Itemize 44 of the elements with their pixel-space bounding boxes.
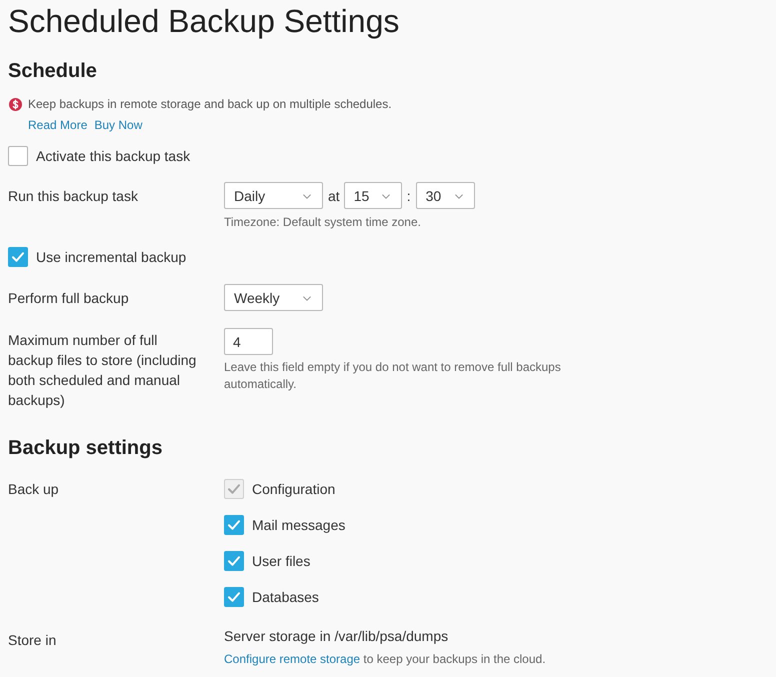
section-heading: Backup settings: [8, 437, 162, 459]
time-separator: :: [406, 186, 411, 206]
storage-location: Server storage in /var/lib/psa/dumps: [224, 627, 450, 646]
checkmark-icon: [12, 252, 24, 262]
checkmark-icon: [228, 592, 240, 602]
max-files-hint: Leave this field empty if you do not want to remove full backups automatically.: [224, 359, 562, 393]
dollar-icon: [9, 98, 22, 110]
checkbox-label: Mail messages: [252, 516, 346, 535]
field-label: Maximum number of full backup files to store (including both scheduled and manual backups): [8, 331, 198, 410]
checkmark-icon: [228, 520, 240, 530]
caret-icon: [454, 194, 463, 199]
checkbox[interactable]: [224, 515, 244, 535]
caret-icon: [303, 194, 311, 199]
max-files-input[interactable]: 4: [224, 328, 273, 355]
checkbox-label: Databases: [252, 588, 319, 607]
checkbox[interactable]: [224, 551, 244, 571]
checkbox[interactable]: [8, 146, 28, 166]
field-label: Perform full backup: [8, 289, 130, 308]
checkbox[interactable]: [8, 247, 28, 267]
checkmark-icon: [228, 556, 240, 566]
field-label: Run this backup task: [8, 187, 139, 206]
checkbox[interactable]: [224, 587, 244, 607]
timezone-hint: Timezone: Default system time zone.: [224, 214, 422, 230]
promo-link[interactable]: Read More: [28, 116, 88, 134]
field-label: Store in: [8, 631, 58, 650]
checkbox-label: Activate this backup task: [36, 147, 190, 166]
checkmark-icon: [228, 484, 240, 494]
at-label: at: [328, 186, 340, 206]
checkbox-label: Use incremental backup: [36, 248, 186, 267]
frequency-select[interactable]: Daily: [224, 182, 323, 209]
page-title: Scheduled Backup Settings: [8, 2, 400, 41]
configure-storage-link[interactable]: Configure remote storage: [224, 652, 360, 666]
storage-note: Configure remote storage to keep your backups in the cloud.: [224, 651, 547, 667]
promo-text: Keep backups in remote storage and back up on multiple schedules.: [28, 96, 392, 113]
field-label: Back up: [8, 480, 60, 499]
caret-icon: [382, 194, 390, 199]
checkbox-label: Configuration: [252, 480, 336, 499]
promo-link[interactable]: Buy Now: [94, 116, 142, 134]
full-backup-select[interactable]: Weekly: [224, 284, 323, 311]
caret-icon: [303, 296, 311, 301]
hour-select[interactable]: 15: [344, 182, 402, 209]
checkbox-label: User files: [252, 552, 310, 571]
section-heading: Schedule: [8, 60, 97, 82]
minute-select[interactable]: 30: [416, 182, 475, 209]
